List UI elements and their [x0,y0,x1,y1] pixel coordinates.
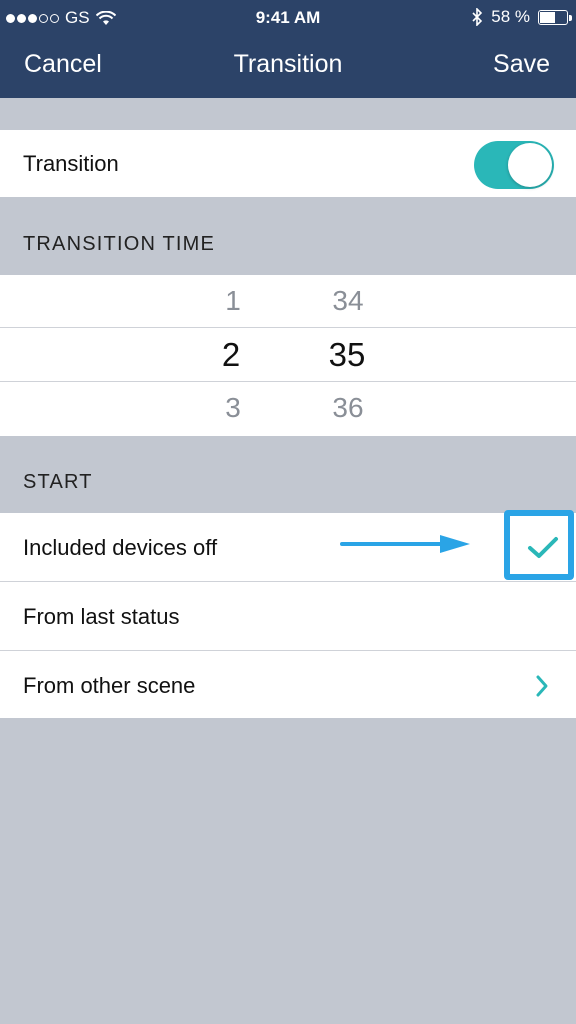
start-option-label: From other scene [23,673,196,698]
bluetooth-icon [472,8,483,26]
annotation-highlight-box [504,510,574,580]
start-option-from-other-scene[interactable]: From other scene [0,651,576,718]
navigation-bar: Cancel Transition Save [0,36,576,98]
picker-minutes-selected[interactable]: 2 [201,336,261,374]
save-button[interactable]: Save [493,50,550,79]
page-title: Transition [233,50,343,78]
picker-seconds-below: 36 [332,392,364,423]
annotation-arrow-icon [340,535,470,553]
transition-toggle-label: Transition [23,151,119,176]
chevron-right-icon [536,675,548,697]
picker-divider-top [0,327,576,328]
battery-icon [538,9,572,25]
transition-time-picker[interactable]: 1 2 3 34 35 36 [0,275,576,436]
transition-time-header: TRANSITION TIME [23,233,216,255]
status-right: 58 % [471,7,572,27]
picker-seconds-selected[interactable]: 35 [317,336,377,374]
picker-seconds-above: 34 [332,285,364,316]
status-bar: GS 9:41 AM 58 % [0,0,576,36]
picker-minutes-above: 1 [225,285,241,316]
transition-toggle-row: Transition [0,130,576,197]
picker-minutes-below: 3 [225,392,241,423]
battery-level-fill [540,11,555,23]
start-option-label: From last status [23,604,180,629]
start-option-label: Included devices off [23,535,218,560]
start-option-from-last-status[interactable]: From last status [0,582,576,650]
transition-toggle-switch[interactable] [474,141,554,189]
battery-percent: 58 % [491,7,530,26]
picker-divider-bottom [0,381,576,382]
start-options-list: Included devices off From last status Fr… [0,513,576,718]
top-bar: GS 9:41 AM 58 % Cancel Transition Save [0,0,576,98]
toggle-knob [508,143,552,187]
start-option-included-devices-off[interactable]: Included devices off [0,513,576,581]
start-header: START [23,471,93,493]
